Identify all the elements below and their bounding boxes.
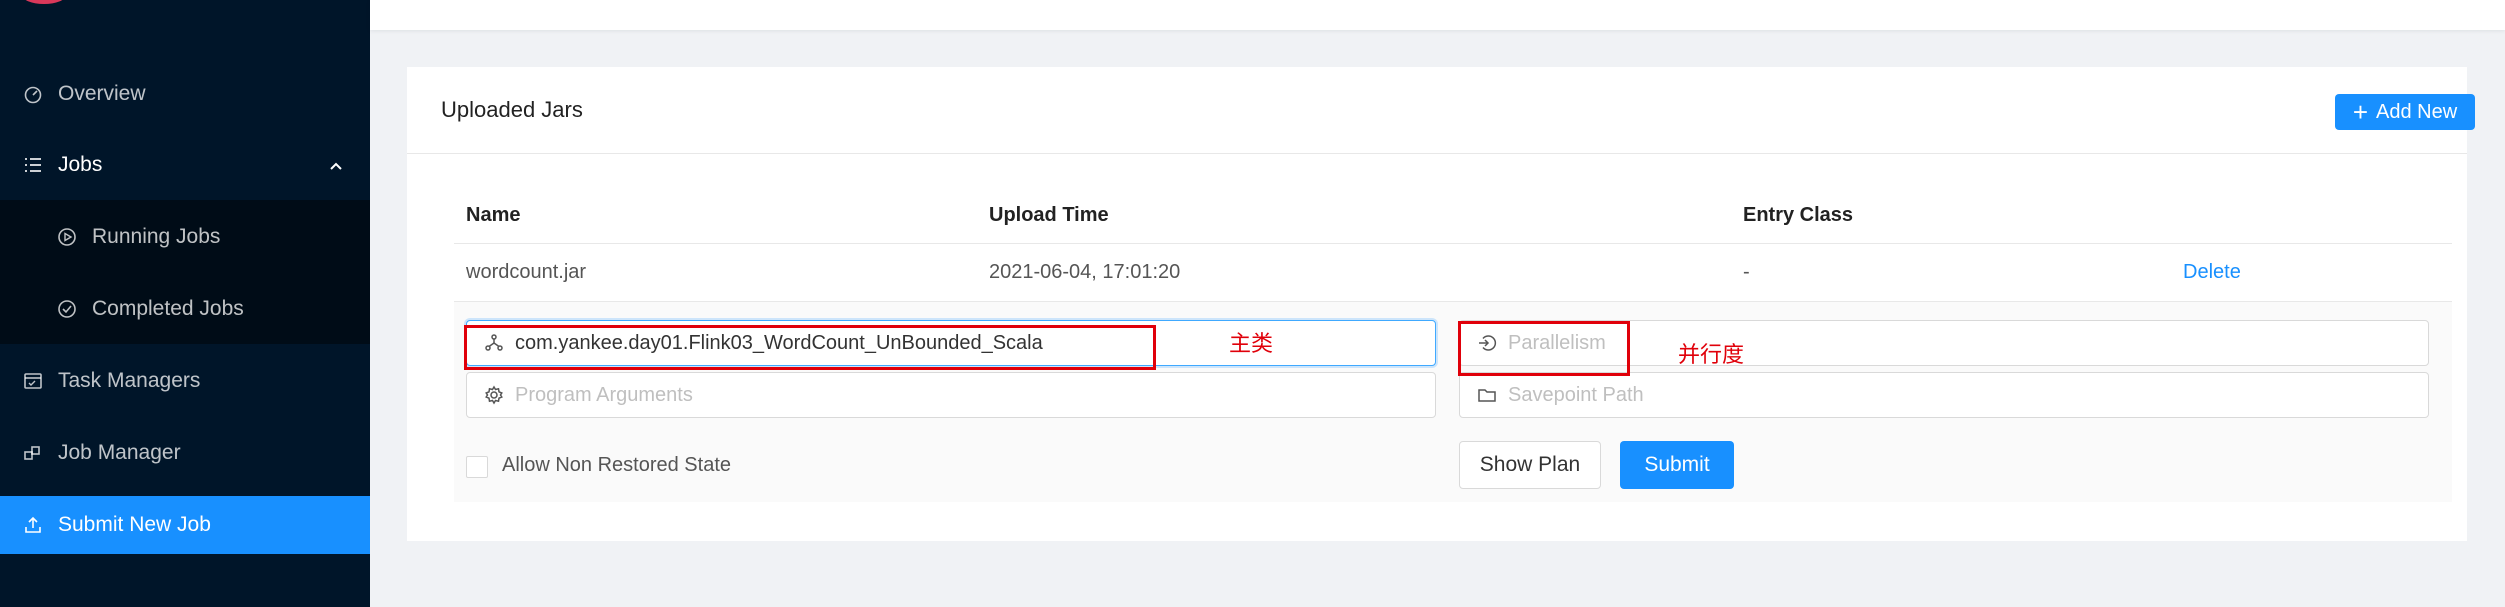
sidebar-item-label: Completed Jobs <box>92 297 244 320</box>
divider <box>454 243 2452 244</box>
sidebar-item-overview[interactable]: Overview <box>0 65 370 123</box>
annotation-parallelism: 并行度 <box>1678 342 1745 367</box>
program-arguments-input[interactable]: Program Arguments <box>466 372 1436 418</box>
sidebar-item-task-managers[interactable]: Task Managers <box>0 352 370 410</box>
sidebar-item-completed-jobs[interactable]: Completed Jobs <box>0 280 370 338</box>
sidebar-item-running-jobs[interactable]: Running Jobs <box>0 208 370 266</box>
sidebar-item-label: Submit New Job <box>58 513 211 536</box>
sidebar-item-label: Job Manager <box>58 441 181 464</box>
card-title: Uploaded Jars <box>441 97 583 122</box>
annotation-box-parallelism <box>1458 321 1630 376</box>
allow-non-restored-checkbox[interactable] <box>466 456 488 478</box>
sidebar-item-submit-new-job[interactable]: Submit New Job <box>0 496 370 554</box>
savepoint-path-input[interactable]: Savepoint Path <box>1459 372 2429 418</box>
cell-jar-name: wordcount.jar <box>466 261 587 283</box>
savepoint-path-placeholder: Savepoint Path <box>1508 383 1644 406</box>
submit-button[interactable]: Submit <box>1620 441 1734 489</box>
add-new-button[interactable]: + Add New <box>2335 94 2475 130</box>
sidebar: Overview Jobs Running Jobs Completed Job… <box>0 0 370 607</box>
sidebar-item-jobs[interactable]: Jobs <box>0 136 370 194</box>
annotation-main-class: 主类 <box>1229 331 1274 356</box>
play-circle-icon <box>54 224 80 250</box>
cell-upload-time: 2021-06-04, 17:01:20 <box>989 261 1181 283</box>
annotation-box-main-class <box>464 325 1156 370</box>
dashboard-icon <box>20 81 46 107</box>
flink-logo <box>22 0 66 4</box>
program-arguments-placeholder: Program Arguments <box>515 383 693 406</box>
show-plan-button[interactable]: Show Plan <box>1459 441 1601 489</box>
build-icon <box>20 440 46 466</box>
cell-entry-class: - <box>1743 261 1750 283</box>
sidebar-item-label: Task Managers <box>58 369 201 392</box>
divider <box>407 153 2467 154</box>
top-header <box>370 0 2505 30</box>
column-header-name: Name <box>466 204 521 226</box>
upload-icon <box>20 512 46 538</box>
sidebar-item-label: Running Jobs <box>92 225 221 248</box>
add-new-label: Add New <box>2376 100 2458 123</box>
plus-icon: + <box>2352 97 2369 127</box>
sidebar-item-job-manager[interactable]: Job Manager <box>0 424 370 482</box>
check-circle-icon <box>54 296 80 322</box>
schedule-icon <box>20 368 46 394</box>
delete-link[interactable]: Delete <box>2183 261 2241 284</box>
list-icon <box>20 152 46 178</box>
folder-icon <box>1476 384 1498 406</box>
column-header-entry-class: Entry Class <box>1743 204 1854 226</box>
column-header-upload-time: Upload Time <box>989 204 1109 226</box>
chevron-up-icon <box>328 156 344 180</box>
uploaded-jars-card: Uploaded Jars + Add New Name Upload Time… <box>407 67 2475 541</box>
sidebar-item-label: Jobs <box>58 153 103 176</box>
allow-non-restored-label: Allow Non Restored State <box>502 454 732 476</box>
sidebar-item-label: Overview <box>58 82 146 105</box>
gear-icon <box>483 384 505 406</box>
